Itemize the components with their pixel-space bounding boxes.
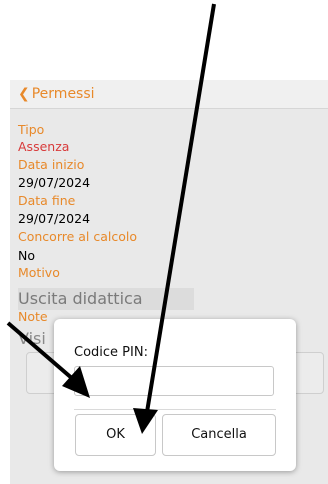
arrow-to-ok-icon [133,3,216,434]
arrow-to-pin-input-icon [6,321,90,398]
annotation-arrows [6,3,216,434]
